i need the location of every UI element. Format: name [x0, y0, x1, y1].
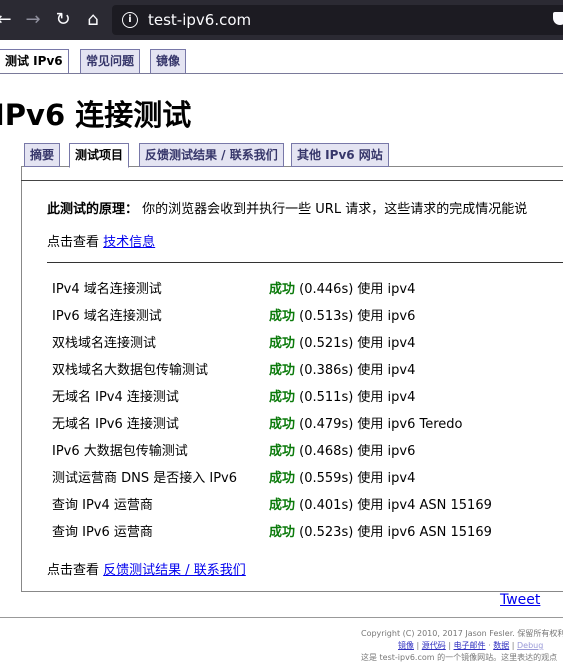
principle-body: 你的浏览器会收到并执行一些 URL 请求，这些请求的完成情况能说	[142, 202, 528, 217]
status-badge: 成功	[269, 525, 296, 540]
test-detail: (0.386s) 使用 ipv4	[299, 363, 416, 378]
test-name: 双栈域名大数据包传输测试	[52, 363, 209, 378]
page-title: IPv6 连接测试	[0, 98, 192, 132]
home-icon[interactable]: ⌂	[82, 8, 104, 32]
test-name: IPv6 大数据包传输测试	[52, 444, 188, 459]
status-badge: 成功	[269, 336, 296, 351]
tab-faq[interactable]: 常见问题	[80, 49, 141, 74]
url-text[interactable]: test-ipv6.com	[148, 11, 251, 29]
status-badge: 成功	[269, 309, 296, 324]
tech-info-prefix: 点击查看	[47, 235, 100, 250]
test-result: 成功 (0.521s) 使用 ipv4	[269, 332, 415, 351]
test-detail: (0.446s) 使用 ipv4	[299, 282, 416, 297]
footer-link-source[interactable]: 源代码	[422, 641, 446, 650]
tab-summary[interactable]: 摘要	[24, 143, 61, 167]
status-badge: 成功	[269, 498, 296, 513]
tab-test-ipv6[interactable]: 测试 IPv6	[0, 49, 69, 74]
status-badge: 成功	[269, 444, 296, 459]
footer-link-email[interactable]: 电子邮件	[454, 641, 486, 650]
test-detail: (0.521s) 使用 ipv4	[299, 336, 416, 351]
tech-info-line: 点击查看 技术信息	[47, 231, 155, 250]
tab-feedback[interactable]: 反馈测试结果 / 联系我们	[139, 143, 284, 167]
test-detail: (0.513s) 使用 ipv6	[299, 309, 416, 324]
test-detail: (0.523s) 使用 ipv6 ASN 15169	[299, 525, 492, 540]
principle-label: 此测试的原理：	[47, 202, 139, 217]
footer-links: 镜像 | 源代码 | 电子邮件 · 数据 | Debug	[398, 641, 544, 650]
test-name: 无域名 IPv6 连接测试	[52, 417, 179, 432]
test-detail: (0.559s) 使用 ipv4	[299, 471, 416, 486]
feedback-prefix: 点击查看	[47, 563, 100, 578]
tech-info-link[interactable]: 技术信息	[103, 235, 155, 250]
tab-other-sites[interactable]: 其他 IPv6 网站	[291, 143, 389, 167]
copyright: Copyright (C) 2010, 2017 Jason Fesler. 保…	[361, 629, 563, 638]
test-name: IPv6 域名连接测试	[52, 309, 162, 324]
reload-icon[interactable]: ↻	[52, 8, 74, 32]
test-detail: (0.511s) 使用 ipv4	[299, 390, 416, 405]
test-result: 成功 (0.386s) 使用 ipv4	[269, 359, 415, 378]
browser-toolbar: ← → ↻ ⌂ i test-ipv6.com	[0, 0, 563, 40]
address-bar[interactable]: i test-ipv6.com	[112, 5, 563, 35]
footer-link-mirrors[interactable]: 镜像	[398, 641, 414, 650]
status-badge: 成功	[269, 471, 296, 486]
feedback-line: 点击查看 反馈测试结果 / 联系我们	[47, 559, 246, 578]
test-result: 成功 (0.479s) 使用 ipv6 Teredo	[269, 413, 463, 432]
test-result: 成功 (0.559s) 使用 ipv4	[269, 467, 415, 486]
pocket-icon[interactable]	[553, 12, 563, 25]
site-info-icon[interactable]: i	[122, 12, 138, 28]
status-badge: 成功	[269, 363, 296, 378]
status-badge: 成功	[269, 417, 296, 432]
principle-text: 此测试的原理： 你的浏览器会收到并执行一些 URL 请求，这些请求的完成情况能说	[47, 198, 527, 217]
feedback-link[interactable]: 反馈测试结果 / 联系我们	[103, 563, 246, 578]
divider	[47, 262, 563, 263]
divider	[0, 73, 563, 74]
test-name: 测试运营商 DNS 是否接入 IPv6	[52, 471, 238, 486]
tweet-link[interactable]: Tweet	[500, 592, 540, 608]
test-result: 成功 (0.446s) 使用 ipv4	[269, 278, 415, 297]
test-name: IPv4 域名连接测试	[52, 282, 162, 297]
test-detail: (0.479s) 使用 ipv6 Teredo	[299, 417, 463, 432]
test-name: 双栈域名连接测试	[52, 336, 157, 351]
footer-link-data[interactable]: 数据	[493, 641, 509, 650]
divider	[0, 617, 563, 618]
mirror-note: 这是 test-ipv6.com 的一个镜像网站。这里表达的观点	[361, 653, 558, 662]
test-result: 成功 (0.513s) 使用 ipv6	[269, 305, 415, 324]
tab-mirrors[interactable]: 镜像	[150, 49, 187, 74]
divider	[21, 180, 563, 181]
test-result: 成功 (0.401s) 使用 ipv4 ASN 15169	[269, 494, 492, 513]
status-badge: 成功	[269, 282, 296, 297]
status-badge: 成功	[269, 390, 296, 405]
tab-tests[interactable]: 测试项目	[69, 143, 130, 168]
test-result: 成功 (0.523s) 使用 ipv6 ASN 15169	[269, 521, 492, 540]
test-result: 成功 (0.468s) 使用 ipv6	[269, 440, 415, 459]
test-result: 成功 (0.511s) 使用 ipv4	[269, 386, 415, 405]
test-detail: (0.401s) 使用 ipv4 ASN 15169	[299, 498, 492, 513]
test-name: 查询 IPv6 运营商	[52, 525, 153, 540]
test-detail: (0.468s) 使用 ipv6	[299, 444, 416, 459]
footer-link-debug[interactable]: Debug	[517, 641, 543, 650]
test-name: 无域名 IPv4 连接测试	[52, 390, 179, 405]
test-name: 查询 IPv4 运营商	[52, 498, 153, 513]
back-arrow-icon[interactable]: ←	[0, 8, 14, 32]
forward-arrow-icon[interactable]: →	[22, 8, 44, 32]
